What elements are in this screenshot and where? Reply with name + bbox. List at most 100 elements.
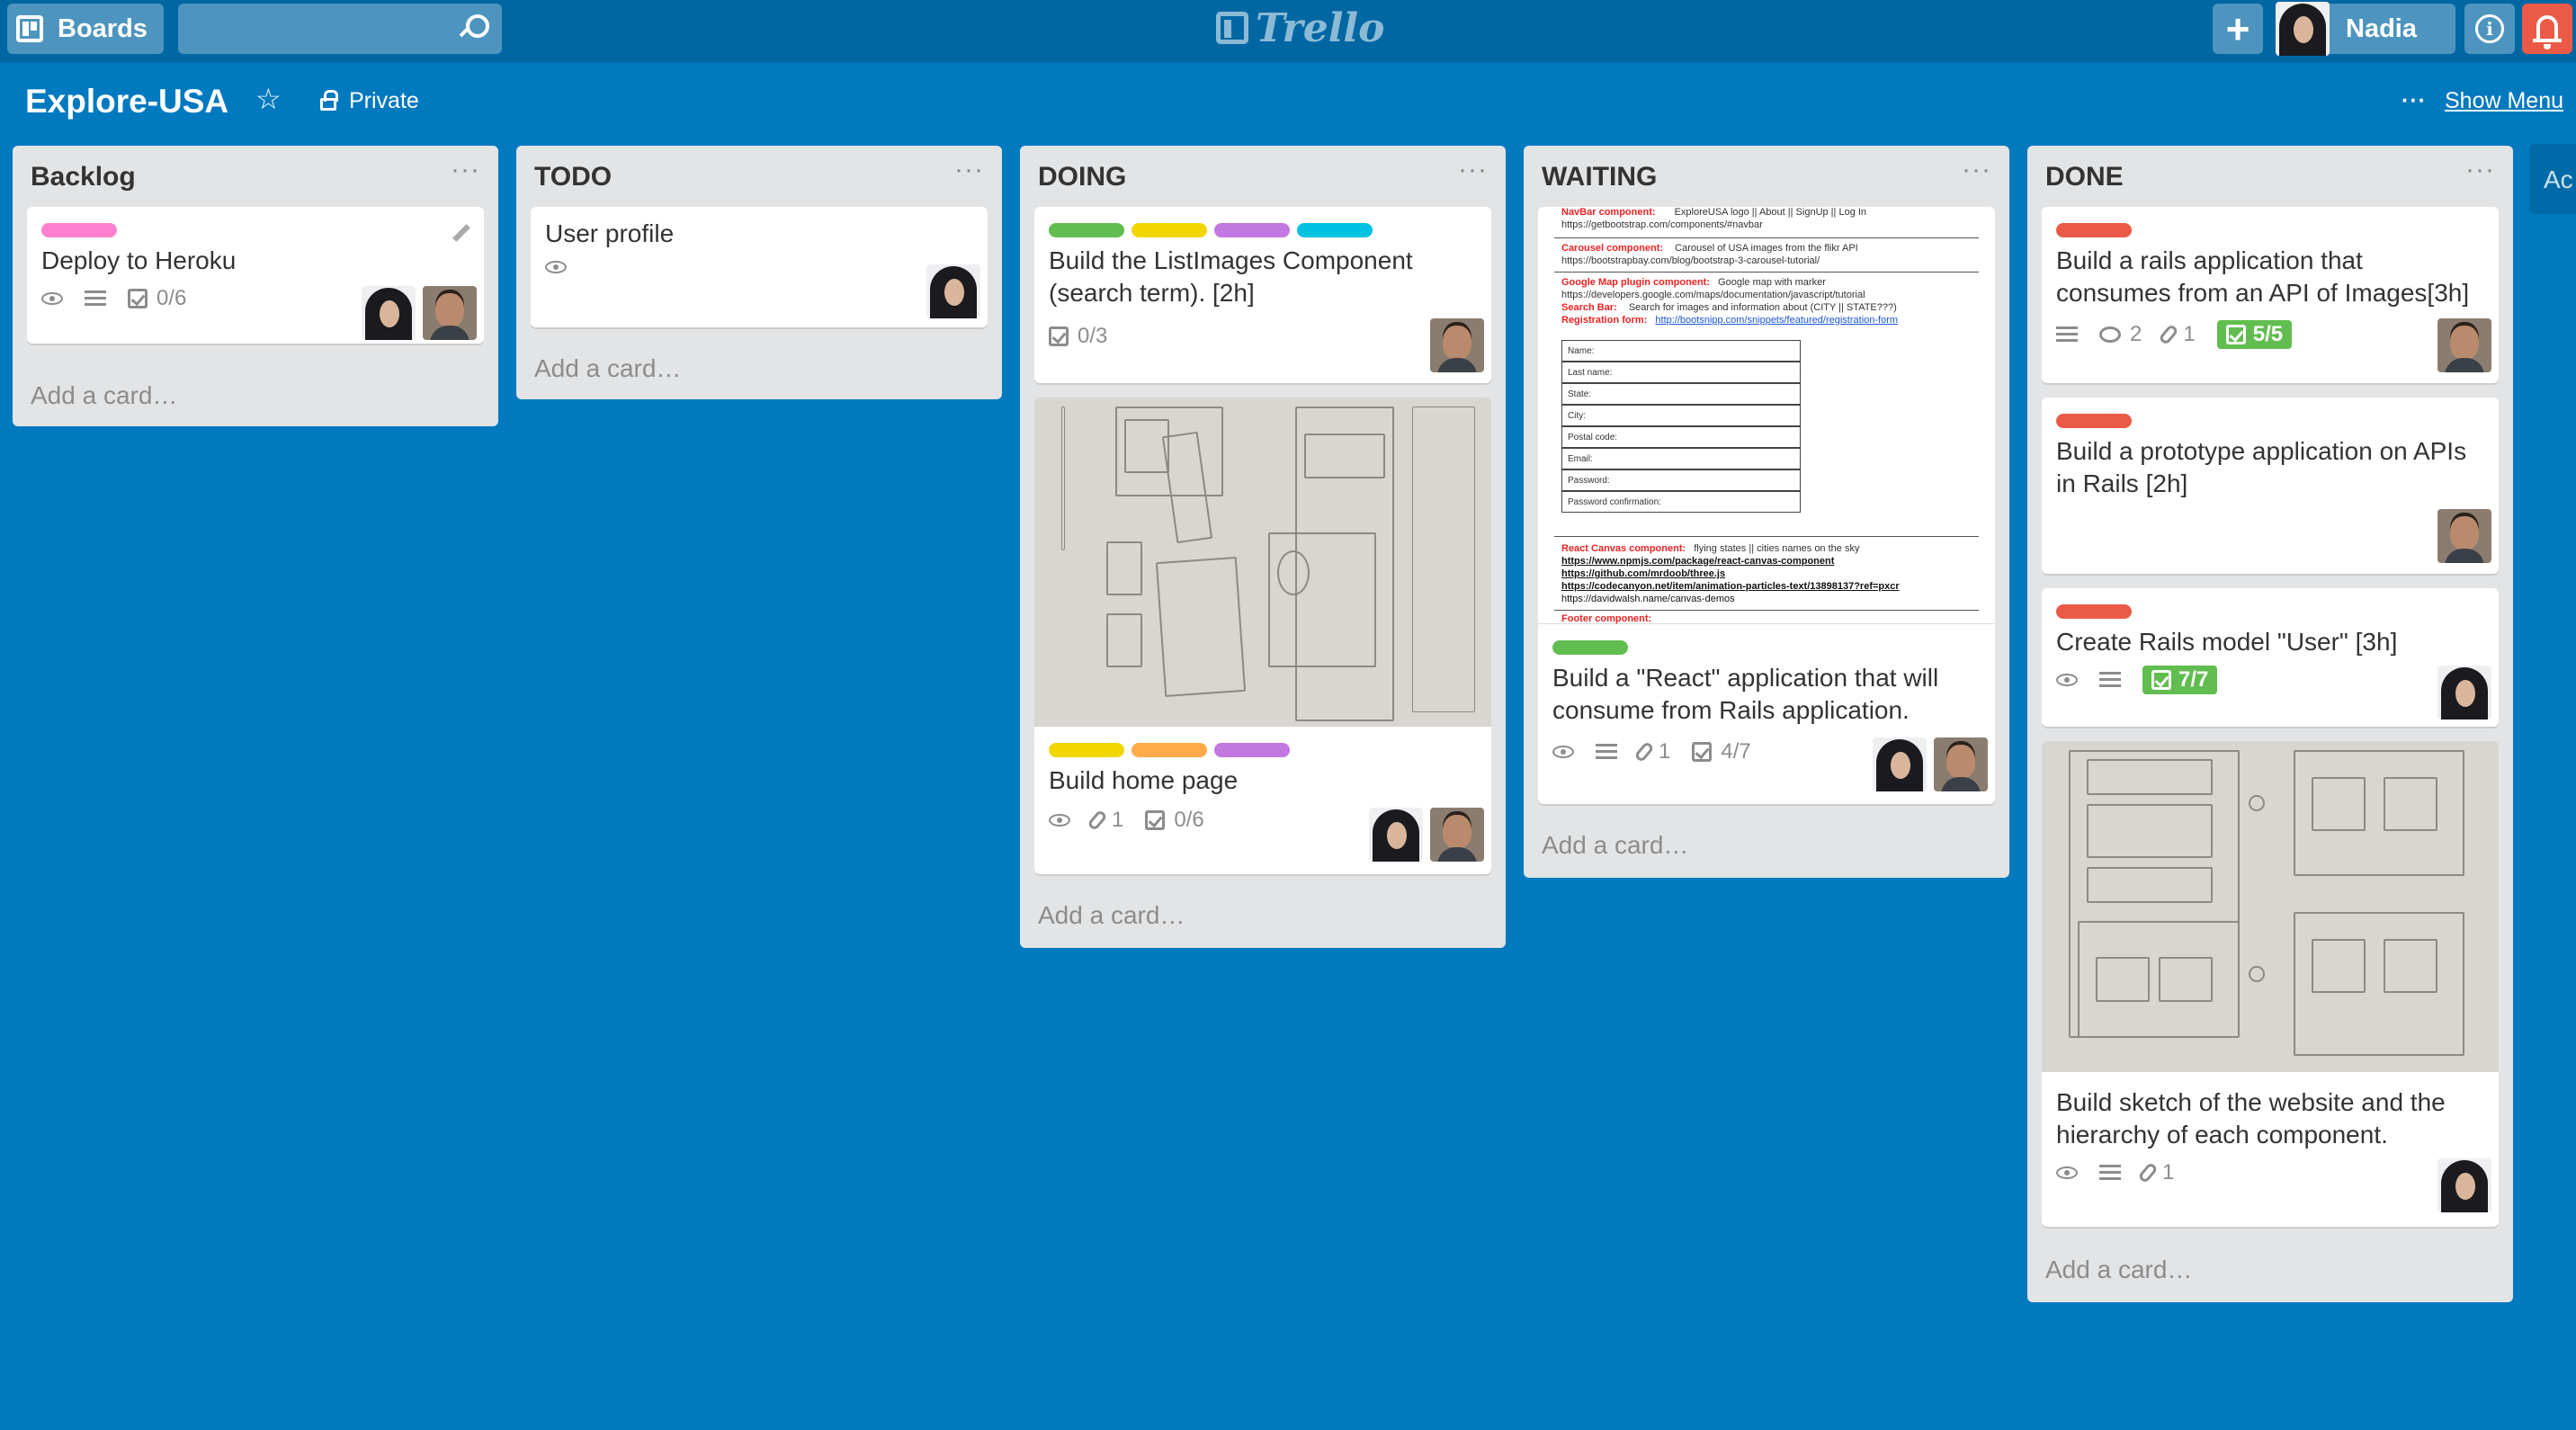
card-label-red [2056,223,2132,237]
list-title[interactable]: WAITING [1542,162,1657,192]
doc-line: flying states || cities names on the sky [1694,543,1860,554]
list-menu-icon[interactable]: ··· [954,155,984,185]
add-card-button[interactable]: Add a card… [31,381,177,410]
checklist-count: 0/6 [1174,808,1204,832]
card-build-home-page[interactable]: Build home page 1 0/6 [1034,398,1491,874]
info-button[interactable]: i [2464,4,2515,54]
search-input[interactable] [178,4,502,54]
attachment-count: 1 [1112,808,1124,832]
description-badge [85,290,106,307]
card-build-sketch-of-website[interactable]: Build sketch of the website and the hier… [2042,741,2499,1227]
card-title: Build home page [1049,766,1239,794]
doc-line: https://www.npmjs.com/package/react-canv… [1561,556,1835,567]
list-title[interactable]: DOING [1038,162,1126,192]
visibility-button[interactable]: Private [320,88,419,114]
checklist-icon [1145,810,1166,830]
card-label-red [2056,414,2132,428]
card-title: Build the ListImages Component (search t… [1049,246,1413,307]
list-title[interactable]: DONE [2045,162,2124,192]
form-field-row: Password confirmation: [1561,491,1801,513]
eye-icon [2056,1166,2078,1179]
menu-dots-icon: ··· [2402,88,2427,113]
bell-icon [2533,15,2562,49]
list-title[interactable]: Backlog [31,162,136,192]
form-field-row: Postal code: [1561,426,1801,448]
member-avatar[interactable] [926,264,980,318]
add-card-button[interactable]: Add a card… [1038,901,1185,930]
card-label-orange [1131,743,1207,757]
member-avatar[interactable] [2437,318,2491,372]
card-build-prototype-application[interactable]: Build a prototype application on APIs in… [2042,398,2499,574]
doc-line: React Canvas component: [1561,543,1686,554]
add-button[interactable]: + [2213,4,2263,54]
boards-button[interactable]: Boards [7,4,164,54]
member-avatar[interactable] [1430,318,1484,372]
eye-icon [1049,814,1070,827]
add-card-button[interactable]: Add a card… [1542,831,1688,860]
list-menu-icon[interactable]: ··· [451,155,480,185]
description-icon [2099,1165,2121,1181]
doc-line: https://codecanyon.net/item/animation-pa… [1561,581,1900,592]
attachment-badge: 1 [2158,322,2196,347]
eye-icon [1552,746,1574,758]
member-avatar[interactable] [2437,1158,2491,1212]
list-menu-icon[interactable]: ··· [1962,155,1991,185]
card-build-rails-application[interactable]: Build a rails application that consumes … [2042,207,2499,383]
list-menu-icon[interactable]: ··· [1458,155,1488,185]
checklist-badge: 0/6 [1145,808,1204,833]
checklist-count: 0/3 [1078,324,1108,348]
doc-line: https://github.com/mrdoob/three.js [1561,568,1726,579]
list-menu-icon[interactable]: ··· [2465,155,2495,185]
show-menu-button[interactable]: ··· Show Menu [2402,88,2563,114]
card-cover-document-image: NavBar component: ExploreUSA logo || Abo… [1538,207,1995,624]
doc-line: Google map with marker [1718,277,1826,288]
card-build-listimages-component[interactable]: Build the ListImages Component (search t… [1034,207,1491,383]
doc-line: Carousel component: [1561,243,1664,254]
comment-count: 2 [2130,322,2142,346]
search-icon[interactable] [461,14,489,38]
eye-icon [41,292,63,305]
notifications-button[interactable] [2522,4,2572,54]
user-menu-button[interactable]: Nadia [2276,2,2455,56]
doc-line: ExploreUSA logo || About || SignUp || Lo… [1674,207,1867,218]
card-label-pink [41,223,117,237]
member-avatar[interactable] [1934,737,1988,791]
card-deploy-to-heroku[interactable]: Deploy to Heroku 0/6 [27,207,484,344]
doc-line: Google Map plugin component: [1561,277,1710,288]
checklist-count: 0/6 [157,286,187,310]
checklist-badge: 4/7 [1692,739,1751,764]
board-title[interactable]: Explore-USA [25,83,228,121]
description-badge [1596,744,1617,760]
member-avatar[interactable] [423,286,477,340]
card-build-react-application[interactable]: NavBar component: ExploreUSA logo || Abo… [1538,207,1995,804]
card-label-purple [1214,743,1290,757]
form-field-row: City: [1561,405,1801,426]
card-create-rails-model-user[interactable]: Create Rails model "User" [3h] 7/7 [2042,588,2499,727]
watching-badge [1552,746,1574,758]
attachment-badge: 1 [2137,1160,2174,1185]
member-avatar[interactable] [2437,509,2491,563]
description-badge [2099,672,2121,688]
trello-logo[interactable]: Trello [1216,5,1385,51]
add-card-button[interactable]: Add a card… [2045,1256,2192,1284]
add-list-button[interactable]: Ac [2529,144,2576,214]
doc-line: Carousel of USA images from the flikr AP… [1675,243,1858,254]
list-doing: DOING ··· Build the ListImages Component… [1020,146,1506,948]
add-card-button[interactable]: Add a card… [534,354,681,383]
checklist-badge: 0/6 [128,286,186,311]
card-user-profile[interactable]: User profile [531,207,988,327]
member-avatar[interactable] [1369,808,1423,862]
member-avatar[interactable] [362,286,416,340]
checklist-icon [128,289,148,308]
form-field-row: Password: [1561,469,1801,491]
card-title: Create Rails model "User" [3h] [2056,628,2398,656]
star-icon[interactable]: ☆ [255,85,282,113]
list-title[interactable]: TODO [534,162,612,192]
attachment-badge: 1 [1087,808,1124,833]
description-icon [2056,326,2078,343]
edit-icon[interactable] [452,224,470,242]
member-avatar[interactable] [1873,737,1927,791]
form-field-row: Name: [1561,340,1801,362]
member-avatar[interactable] [1430,808,1484,862]
member-avatar[interactable] [2437,666,2491,719]
